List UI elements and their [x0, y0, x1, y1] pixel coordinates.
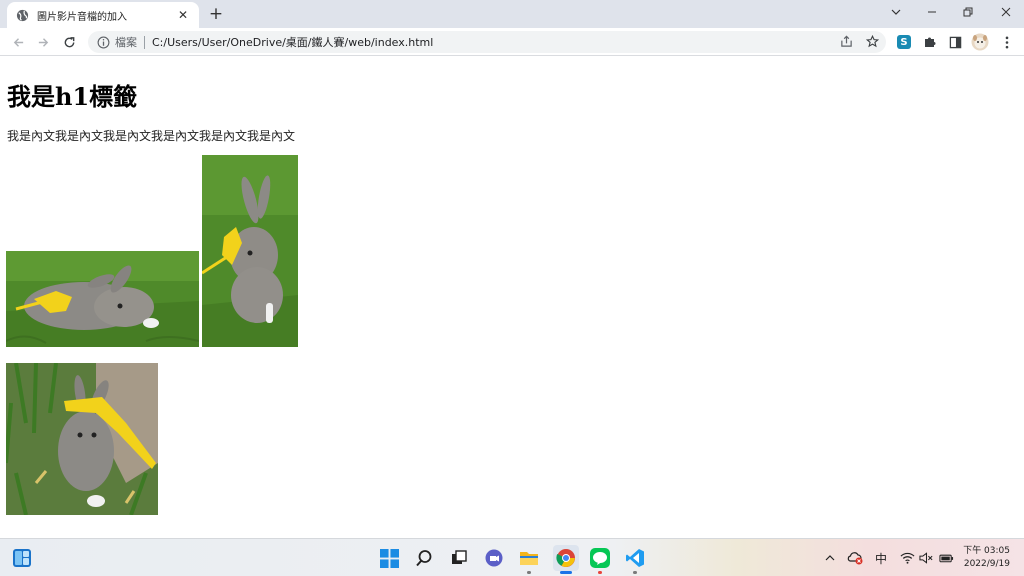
- side-panel-icon[interactable]: [946, 33, 964, 51]
- windows-taskbar: 中 下午 03:05 2022/9/19: [0, 538, 1024, 576]
- globe-icon: [15, 8, 29, 22]
- clock-time: 下午 03:05: [963, 546, 1010, 556]
- tab-search-chevron-icon[interactable]: [878, 0, 914, 24]
- window-close-icon[interactable]: [988, 0, 1024, 24]
- battery-charging-icon[interactable]: [937, 549, 955, 567]
- close-icon[interactable]: ✕: [175, 7, 191, 23]
- clock-date: 2022/9/19: [963, 559, 1010, 569]
- arrow-left-icon[interactable]: [8, 32, 28, 52]
- system-clock[interactable]: 下午 03:05 2022/9/19: [963, 545, 1010, 571]
- url-text[interactable]: C:/Users/User/OneDrive/桌面/鐵人賽/web/index.…: [152, 34, 886, 50]
- tab-title: 圖片影片音檔的加入: [37, 11, 127, 23]
- minimize-icon[interactable]: [914, 0, 950, 24]
- onedrive-error-icon[interactable]: [846, 549, 864, 567]
- rabbit-photo-front: [6, 363, 158, 515]
- browser-toolbar: 檔案 C:/Users/User/OneDrive/桌面/鐵人賽/web/ind…: [0, 28, 1024, 56]
- profile-avatar[interactable]: [971, 33, 989, 51]
- info-icon[interactable]: [96, 35, 110, 49]
- speaker-muted-icon[interactable]: [917, 549, 935, 567]
- task-view-icon[interactable]: [448, 547, 470, 569]
- page-paragraph: 我是內文我是內文我是內文我是內文我是內文我是內文: [7, 129, 296, 143]
- search-icon[interactable]: [413, 547, 435, 569]
- file-explorer-running-indicator: [527, 571, 531, 574]
- vscode-running-indicator: [633, 571, 637, 574]
- chevron-up-icon[interactable]: [821, 549, 839, 567]
- star-icon[interactable]: [862, 31, 882, 51]
- vscode-icon[interactable]: [624, 547, 646, 569]
- extension-s-label: S: [897, 35, 911, 49]
- restore-icon[interactable]: [950, 0, 986, 24]
- rabbit-photo-sitting: [202, 155, 298, 347]
- widgets-icon[interactable]: [11, 547, 33, 569]
- extension-s-icon[interactable]: S: [895, 33, 913, 51]
- tab-active[interactable]: 圖片影片音檔的加入 ✕: [7, 2, 199, 28]
- file-explorer-icon[interactable]: [518, 547, 540, 569]
- rabbit-photo-lying: [6, 251, 199, 347]
- kebab-menu-icon[interactable]: [998, 33, 1016, 51]
- page-heading: 我是h1標籤: [7, 82, 138, 111]
- address-bar[interactable]: 檔案 C:/Users/User/OneDrive/桌面/鐵人賽/web/ind…: [88, 31, 886, 53]
- tab-strip: 圖片影片音檔的加入 ✕ +: [0, 0, 1024, 28]
- chrome-icon[interactable]: [553, 545, 579, 571]
- url-scheme-label: 檔案: [115, 36, 137, 49]
- plus-icon[interactable]: +: [206, 4, 226, 24]
- windows-start-icon[interactable]: [378, 547, 400, 569]
- wifi-icon[interactable]: [898, 549, 916, 567]
- reload-icon[interactable]: [59, 32, 79, 52]
- ime-indicator[interactable]: 中: [872, 549, 890, 567]
- arrow-right-icon[interactable]: [33, 32, 53, 52]
- share-icon[interactable]: [836, 31, 856, 51]
- line-app-running-indicator: [598, 571, 602, 574]
- chrome-active-indicator: [560, 571, 572, 574]
- address-separator: [144, 35, 145, 49]
- line-app-icon[interactable]: [589, 547, 611, 569]
- puzzle-icon[interactable]: [921, 33, 939, 51]
- teams-chat-icon[interactable]: [483, 547, 505, 569]
- page-viewport: 我是h1標籤 我是內文我是內文我是內文我是內文我是內文我是內文: [0, 57, 1024, 537]
